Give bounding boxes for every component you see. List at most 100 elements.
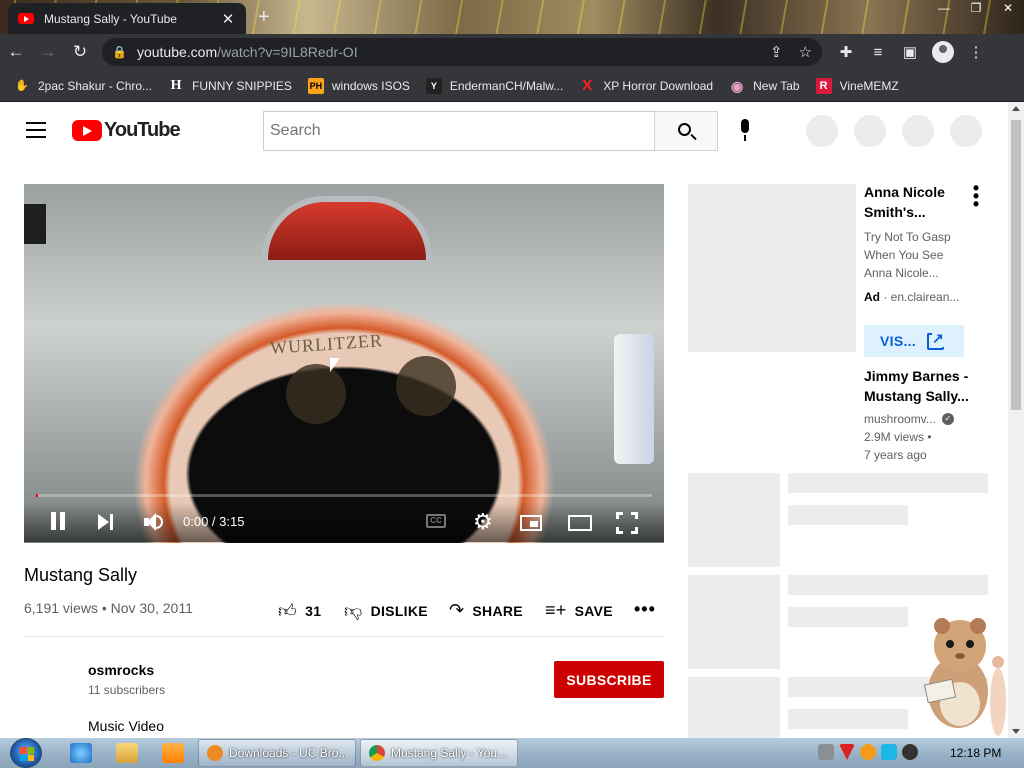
share-page-icon[interactable]: ⇪ — [770, 43, 783, 61]
scroll-up-arrow-icon[interactable] — [1012, 106, 1020, 111]
extensions-puzzle-icon[interactable]: ✚ — [830, 43, 862, 61]
taskbar-task-chrome[interactable]: Mustang Sally - You... — [360, 739, 518, 767]
tray-volume-icon[interactable] — [902, 744, 918, 760]
tray-network-icon[interactable] — [881, 744, 897, 760]
jukebox-brand-text: WURLITZER — [269, 330, 384, 358]
jukebox-top — [262, 196, 432, 266]
tray-app-icon[interactable] — [818, 744, 834, 760]
skeleton-line — [788, 505, 908, 525]
captions-cc-icon[interactable]: CC — [426, 514, 446, 528]
taskbar-task-uc-browser[interactable]: Downloads - UC Bro... — [198, 739, 356, 767]
start-orb-button[interactable] — [10, 738, 42, 768]
share-button[interactable]: ↷ SHARE — [449, 600, 523, 621]
voice-search-mic-icon[interactable] — [736, 117, 754, 145]
close-window-button[interactable]: ✕ — [992, 0, 1024, 18]
next-track-icon[interactable] — [96, 508, 116, 536]
bookmark-label: XP Horror Download — [603, 78, 714, 93]
ad-title[interactable]: Anna Nicole Smith's... — [864, 182, 964, 222]
search-button[interactable] — [654, 111, 718, 151]
dislike-button[interactable]: 👎︎ DISLIKE — [344, 600, 428, 622]
reload-icon[interactable]: ↻ — [64, 42, 96, 62]
save-label: SAVE — [574, 602, 613, 619]
close-tab-icon[interactable]: ✕ — [220, 10, 236, 28]
profile-avatar-icon[interactable] — [932, 41, 954, 63]
bookmark-item[interactable]: H FUNNY SNIPPIES — [168, 78, 292, 94]
more-actions-icon[interactable]: ••• — [634, 599, 656, 620]
chrome-menu-kebab-icon[interactable]: ⋮ — [960, 43, 992, 61]
skeleton-line — [788, 473, 988, 493]
r-icon: R — [815, 77, 832, 94]
side-panel-icon[interactable]: ▣ — [894, 43, 926, 61]
taskbar-clock[interactable]: 12:18 PM — [950, 746, 1001, 760]
bookmarks-bar: ✋ 2pac Shakur - Chro... H FUNNY SNIPPIES… — [0, 70, 1024, 102]
system-tray — [818, 744, 918, 760]
share-label: SHARE — [472, 602, 523, 619]
save-button[interactable]: ≡+ SAVE — [545, 600, 613, 621]
pause-icon[interactable] — [49, 508, 65, 536]
url-path: /watch?v=9IL8Redr-OI — [217, 44, 358, 60]
volume-icon[interactable] — [142, 508, 164, 536]
skeleton-icon-placeholder — [902, 115, 934, 147]
skeleton-thumbnail — [688, 575, 780, 669]
skeleton-thumbnail — [688, 473, 780, 567]
scrollbar-thumb[interactable] — [1011, 120, 1021, 410]
youtube-masthead: YouTube — [0, 102, 1008, 158]
recommended-video-title[interactable]: Jimmy Barnes - Mustang Sally... — [864, 366, 974, 406]
tray-search-icon[interactable] — [860, 744, 876, 760]
address-bar[interactable]: 🔒 youtube.com/watch?v=9IL8Redr-OI ⇪ ☆ — [102, 38, 822, 66]
scroll-down-arrow-icon[interactable] — [1012, 729, 1020, 734]
search-input[interactable] — [263, 111, 655, 151]
like-button[interactable]: 👍︎ 31 — [278, 600, 321, 622]
divider — [24, 636, 664, 637]
ad-menu-kebab-icon[interactable]: • • • — [972, 179, 980, 213]
video-title: Mustang Sally — [24, 565, 138, 585]
skeleton-icon-placeholder — [854, 115, 886, 147]
bookmark-item[interactable]: ✋ 2pac Shakur - Chro... — [14, 78, 152, 94]
bookmark-item[interactable]: PH windows ISOS — [307, 77, 410, 94]
ad-thumbnail[interactable] — [688, 184, 856, 352]
settings-gear-icon[interactable]: ⚙ — [473, 508, 495, 536]
bookmark-item[interactable]: X XP Horror Download — [579, 77, 714, 94]
url-text[interactable]: youtube.com/watch?v=9IL8Redr-OI — [137, 44, 754, 60]
subscribe-button[interactable]: SUBSCRIBE — [554, 661, 664, 698]
mouse-cursor-icon — [330, 358, 340, 372]
channel-name[interactable]: osmrocks — [88, 662, 154, 678]
video-player[interactable]: WURLITZER 0:00 / 3:15 CC ⚙ — [24, 184, 664, 543]
maximize-button[interactable]: ❐ — [960, 0, 992, 18]
hamburger-menu-icon[interactable] — [26, 122, 46, 143]
skeleton-avatar-placeholder — [950, 115, 982, 147]
video-progress-bar[interactable] — [36, 494, 652, 497]
lock-icon[interactable]: 🔒 — [112, 45, 127, 59]
bookmark-star-icon[interactable]: ☆ — [799, 43, 812, 61]
share-arrow-icon: ↷ — [449, 600, 465, 620]
youtube-logo[interactable]: YouTube — [72, 119, 181, 142]
back-arrow-icon[interactable]: ← — [0, 42, 32, 62]
internet-explorer-icon[interactable] — [70, 743, 92, 763]
ad-badge-row: Ad · en.clairean... — [864, 290, 960, 304]
media-player-icon[interactable] — [162, 743, 184, 763]
tray-v-icon[interactable] — [839, 744, 855, 760]
youtube-play-logo-icon — [72, 120, 102, 141]
browser-tab-active[interactable]: Mustang Sally - YouTube ✕ — [8, 3, 246, 34]
new-tab-button[interactable]: + — [258, 6, 270, 29]
browser-tab-strip: Mustang Sally - YouTube ✕ + — ❐ ✕ — [0, 0, 1024, 34]
bookmark-label: 2pac Shakur - Chro... — [38, 78, 153, 93]
page-scrollbar[interactable] — [1008, 102, 1024, 738]
visit-site-button[interactable]: VIS... — [864, 325, 964, 357]
miniplayer-icon[interactable] — [520, 515, 542, 531]
search-icon — [678, 123, 691, 136]
visit-label: VIS... — [880, 333, 917, 349]
forward-arrow-icon[interactable]: → — [32, 42, 64, 62]
jukebox-reel — [286, 364, 346, 424]
bookmark-item[interactable]: Y EndermanCH/Malw... — [425, 77, 563, 94]
theater-mode-icon[interactable] — [568, 515, 592, 531]
bookmark-item[interactable]: ◉ New Tab — [729, 78, 800, 94]
file-explorer-folder-icon[interactable] — [116, 743, 138, 763]
bookmark-item[interactable]: R VineMEMZ — [815, 77, 899, 94]
video-frame-jukebox[interactable]: WURLITZER — [24, 184, 664, 543]
fullscreen-icon[interactable] — [616, 512, 638, 534]
recommended-channel-row[interactable]: mushroomv... ✓ — [864, 412, 954, 426]
minimize-button[interactable]: — — [928, 0, 960, 18]
recommended-age: 7 years ago — [864, 448, 927, 462]
media-queue-icon[interactable]: ≡ — [862, 44, 894, 61]
